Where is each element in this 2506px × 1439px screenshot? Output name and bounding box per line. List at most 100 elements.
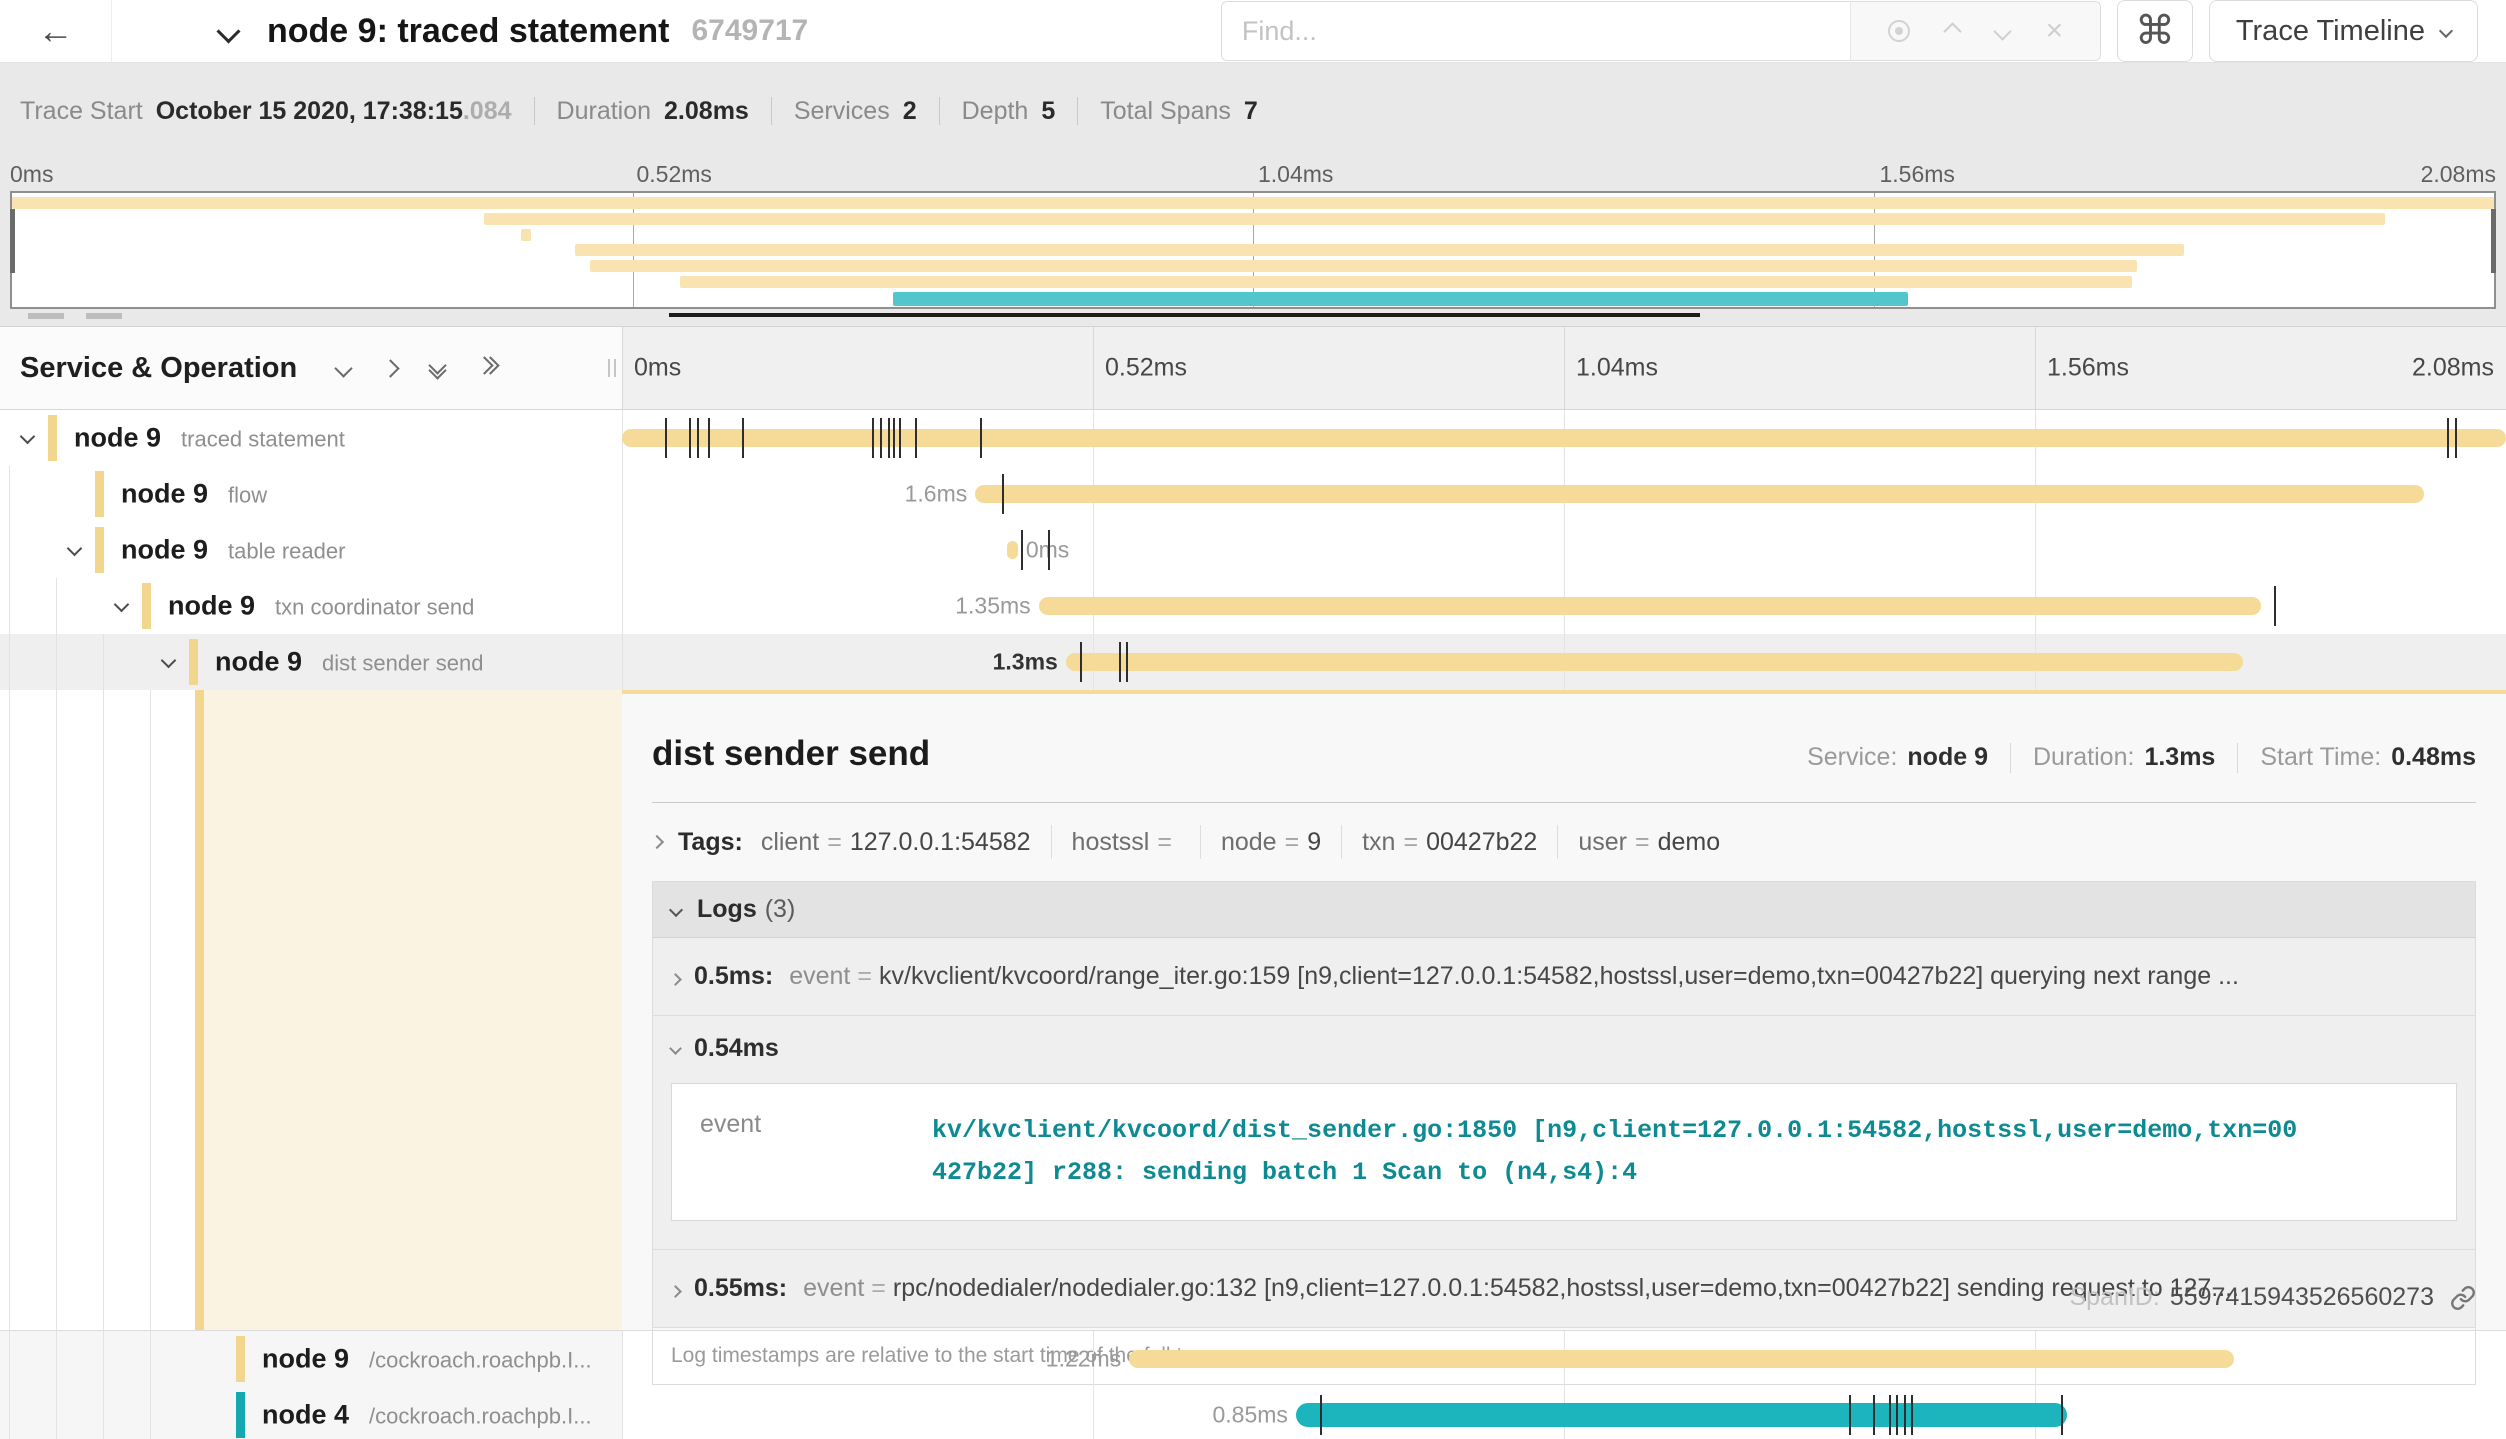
chevron-right-icon[interactable]	[384, 362, 397, 375]
chevron-down-icon[interactable]	[22, 429, 33, 447]
double-chevron-down-icon[interactable]	[431, 359, 444, 377]
span-detail-left-gutter	[0, 690, 622, 1330]
indent-guide	[56, 578, 57, 634]
span-duration-bar[interactable]	[1066, 653, 2244, 671]
minimap-drag-handle[interactable]	[10, 209, 15, 273]
log-entry-collapsed[interactable]: 0.5ms:event=kv/kvclient/kvcoord/range_it…	[653, 938, 2475, 1016]
event-tick-mark	[1048, 530, 1050, 570]
divider	[1200, 825, 1201, 859]
locate-icon[interactable]	[1888, 20, 1910, 42]
tag-key: txn	[1362, 828, 1395, 856]
span-timeline-cell[interactable]: 1.22ms	[622, 1331, 2506, 1387]
minimap-handle-knob[interactable]	[86, 313, 122, 319]
tag-key: hostssl	[1072, 828, 1150, 856]
span-duration-bar[interactable]	[1007, 541, 1018, 559]
trace-overview: Trace StartOctober 15 2020, 17:38:15.084…	[0, 62, 2506, 326]
span-name-cell[interactable]: node 9table reader	[0, 522, 622, 578]
tag-key: node	[1221, 828, 1277, 856]
tag-item: client=127.0.0.1:54582	[761, 828, 1031, 857]
chevron-down-icon	[335, 359, 353, 377]
ruler-tick-label: 1.04ms	[1258, 161, 1333, 188]
span-row[interactable]: node 9traced statement	[0, 410, 2506, 466]
indent-guide	[150, 1331, 151, 1387]
span-name-cell[interactable]: node 9traced statement	[0, 410, 622, 466]
span-timeline-cell[interactable]: 1.35ms	[622, 578, 2506, 634]
operation-name: table reader	[228, 539, 345, 565]
span-id-row: SpanID: 5597415943526560273	[2069, 1283, 2476, 1312]
minimap-span-bar	[12, 197, 2494, 209]
summary-label: Depth	[962, 97, 1029, 125]
span-row[interactable]: node 9flow1.6ms	[0, 466, 2506, 522]
gridline	[2035, 327, 2036, 409]
chevron-down-icon[interactable]	[1993, 22, 2011, 40]
view-selector-label: Trace Timeline	[2236, 15, 2425, 48]
keyboard-shortcuts-button[interactable]: ⌘	[2117, 0, 2193, 62]
event-tick-mark	[1849, 1395, 1851, 1435]
ruler-tick-label: 0.52ms	[637, 161, 712, 188]
event-tick-mark	[1873, 1395, 1875, 1435]
find-input[interactable]	[1222, 2, 1850, 60]
minimap-span-bar	[575, 244, 2183, 256]
find-controls: ×	[1850, 2, 2100, 60]
span-row[interactable]: node 9txn coordinator send1.35ms	[0, 578, 2506, 634]
close-icon[interactable]: ×	[2046, 16, 2064, 46]
span-timeline-cell[interactable]: 1.3ms	[622, 634, 2506, 690]
span-row[interactable]: node 9/cockroach.roachpb.I...1.22ms	[0, 1331, 2506, 1387]
operation-name: flow	[228, 483, 267, 509]
event-tick-mark	[1904, 1395, 1906, 1435]
span-duration-bar[interactable]	[975, 485, 2424, 503]
span-duration-bar[interactable]	[1296, 1403, 2067, 1427]
logs-count: (3)	[765, 895, 796, 924]
minimap-viewport-indicator[interactable]	[669, 313, 1701, 317]
back-button[interactable]: ←	[0, 0, 112, 62]
chevron-down-icon[interactable]	[69, 541, 80, 559]
logs-header[interactable]: Logs (3)	[653, 882, 2475, 938]
span-timeline-cell[interactable]: 1.6ms	[622, 466, 2506, 522]
span-duration-bar[interactable]	[1039, 597, 2262, 615]
divider	[2237, 743, 2238, 773]
divider	[2010, 743, 2011, 773]
minimap-handle-knob[interactable]	[28, 313, 64, 319]
ruler-tick-label: 1.56ms	[2047, 354, 2129, 383]
column-resizer-handle[interactable]	[608, 359, 616, 377]
chevron-down-icon[interactable]	[116, 597, 127, 615]
tags-accordion[interactable]: Tags: client=127.0.0.1:54582hostssl=node…	[652, 817, 2476, 867]
span-name-cell[interactable]: node 9txn coordinator send	[0, 578, 622, 634]
summary-value: October 15 2020, 17:38:15	[156, 97, 463, 125]
span-duration-bar[interactable]	[1129, 1350, 2234, 1368]
span-name-cell[interactable]: node 9flow	[0, 466, 622, 522]
top-header: ← node 9: traced statement 6749717 × ⌘ T…	[0, 0, 2506, 62]
double-chevron-right-icon[interactable]	[478, 359, 497, 377]
span-meta-label: Start Time:	[2260, 743, 2381, 772]
span-meta-value: 1.3ms	[2144, 743, 2215, 772]
gridline	[622, 522, 623, 578]
gridline	[2035, 522, 2036, 578]
span-row[interactable]: node 4/cockroach.roachpb.I...0.85ms	[0, 1387, 2506, 1439]
span-timeline-cell[interactable]: 0.85ms	[622, 1387, 2506, 1439]
minimap-span-bar	[521, 229, 531, 241]
divider	[1341, 825, 1342, 859]
log-entry-header[interactable]: 0.54ms	[671, 1034, 2457, 1063]
span-id-label: SpanID:	[2069, 1283, 2159, 1312]
trace-collapse-chevron[interactable]	[220, 23, 237, 40]
minimap-canvas[interactable]	[10, 191, 2496, 309]
span-duration-bar[interactable]	[622, 429, 2506, 447]
link-icon[interactable]	[2450, 1285, 2476, 1311]
minimap-drag-handle[interactable]	[2491, 209, 2496, 273]
span-row[interactable]: node 9dist sender send1.3ms	[0, 634, 2506, 690]
chevron-down-icon[interactable]	[163, 653, 174, 671]
log-timestamp: 0.55ms:	[694, 1274, 787, 1303]
span-row[interactable]: node 9table reader0ms	[0, 522, 2506, 578]
gridline	[622, 578, 623, 634]
operation-name: dist sender send	[322, 651, 483, 677]
chevron-up-icon[interactable]	[1944, 22, 1962, 40]
span-timeline-cell[interactable]: 0ms	[622, 522, 2506, 578]
divider	[1557, 825, 1558, 859]
span-name-cell[interactable]: node 9/cockroach.roachpb.I...	[0, 1331, 622, 1387]
span-timeline-cell[interactable]	[622, 410, 2506, 466]
span-name-cell[interactable]: node 4/cockroach.roachpb.I...	[0, 1387, 622, 1439]
view-selector-button[interactable]: Trace Timeline	[2209, 0, 2478, 62]
trace-summary-bar: Trace StartOctober 15 2020, 17:38:15.084…	[0, 63, 2506, 159]
chevron-down-icon[interactable]	[337, 362, 350, 375]
span-name-cell[interactable]: node 9dist sender send	[0, 634, 622, 690]
